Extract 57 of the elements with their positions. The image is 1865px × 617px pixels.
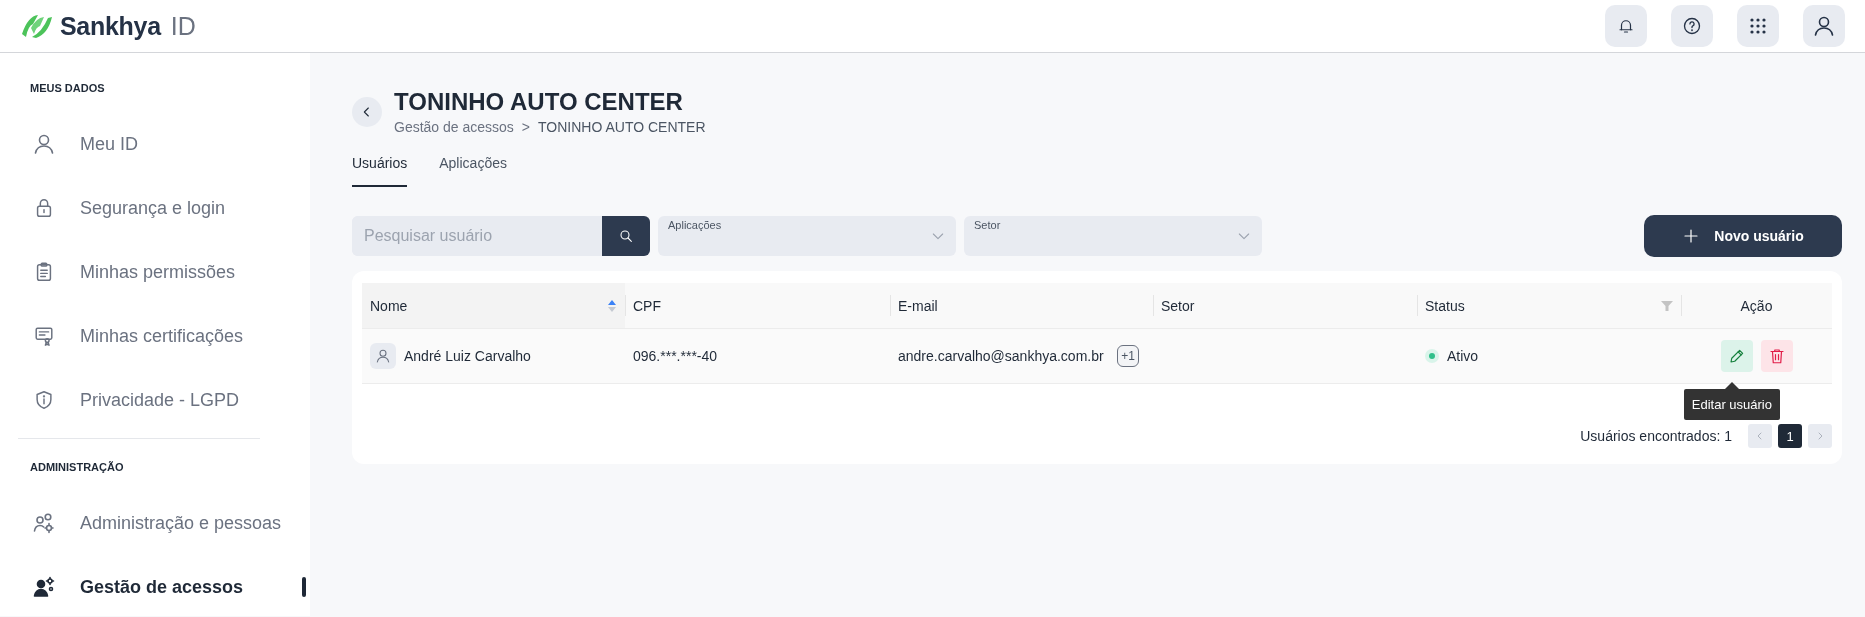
- trash-icon: [1767, 347, 1786, 365]
- search-icon: [618, 228, 634, 244]
- help-icon: [1682, 16, 1702, 36]
- tooltip-pointer: [1724, 382, 1739, 389]
- help-button[interactable]: [1671, 5, 1713, 47]
- page-button[interactable]: 1: [1778, 424, 1802, 448]
- section-heading: MEUS DADOS: [30, 82, 106, 94]
- table-cell: André Luiz Carvalho: [404, 348, 531, 364]
- more-emails-badge[interactable]: +1: [1117, 345, 1139, 367]
- column-header: Setor: [1153, 283, 1417, 329]
- table-cell: 096.***.***-40: [633, 348, 718, 364]
- section-heading: ADMINISTRAÇÃO: [30, 461, 125, 473]
- new-user-button[interactable]: Novo usuário: [1644, 215, 1842, 257]
- pencil-icon: [1727, 347, 1746, 365]
- apps-button[interactable]: [1737, 5, 1779, 47]
- table-cell: andre.carvalho@sankhya.com.br: [898, 348, 1104, 364]
- breadcrumb-current: TONINHO AUTO CENTER: [538, 119, 706, 135]
- column-header: CPF: [625, 283, 890, 329]
- edit-button[interactable]: [1720, 340, 1753, 372]
- brand-name: Sankhya: [60, 11, 161, 41]
- sidebar-item[interactable]: Administração e pessoas: [30, 491, 282, 555]
- shield-icon: [33, 389, 55, 411]
- tooltip: Editar usuário: [1683, 389, 1780, 420]
- sidebar-item[interactable]: Privacidade - LGPD: [30, 368, 282, 432]
- apps-grid-icon: [1750, 18, 1766, 34]
- tab[interactable]: Aplicações: [439, 155, 507, 187]
- sort-icon[interactable]: [607, 298, 617, 313]
- filter-dropdown[interactable]: Setor: [964, 216, 1262, 256]
- page-title: TONINHO AUTO CENTER: [394, 87, 684, 117]
- column-header: E-mail: [890, 283, 1153, 329]
- results-count: Usuários encontrados: 1: [1580, 428, 1732, 444]
- sidebar-item[interactable]: Meu ID: [30, 112, 282, 176]
- delete-button[interactable]: [1760, 340, 1793, 372]
- person-gear-icon: [32, 575, 56, 599]
- column-header: Status: [1417, 283, 1681, 329]
- people-gear-icon: [32, 511, 56, 535]
- search-button[interactable]: [602, 216, 650, 256]
- column-header[interactable]: Nome: [362, 283, 625, 329]
- breadcrumb-link[interactable]: Gestão de acessos: [394, 119, 514, 135]
- certificate-icon: [33, 325, 55, 347]
- bell-icon: [1617, 17, 1635, 35]
- brand-suffix: ID: [170, 11, 196, 41]
- sidebar-item[interactable]: Minhas certificações: [30, 304, 282, 368]
- profile-button[interactable]: [1803, 5, 1845, 47]
- person-icon: [32, 132, 56, 156]
- tab[interactable]: Usuários: [352, 155, 408, 187]
- breadcrumb-separator: >: [521, 119, 531, 135]
- filter-dropdown[interactable]: Aplicações: [658, 216, 956, 256]
- person-icon: [375, 348, 391, 364]
- column-header: Ação: [1681, 283, 1832, 329]
- notifications-button[interactable]: [1605, 5, 1647, 47]
- sidebar-item[interactable]: Minhas permissões: [30, 240, 282, 304]
- table-cell: Ativo: [1447, 348, 1479, 364]
- person-icon: [1812, 14, 1836, 38]
- search-field[interactable]: Pesquisar usuário: [352, 216, 650, 256]
- sidebar-item[interactable]: Segurança e login: [30, 176, 282, 240]
- sidebar-item[interactable]: Gestão de acessos: [30, 555, 310, 617]
